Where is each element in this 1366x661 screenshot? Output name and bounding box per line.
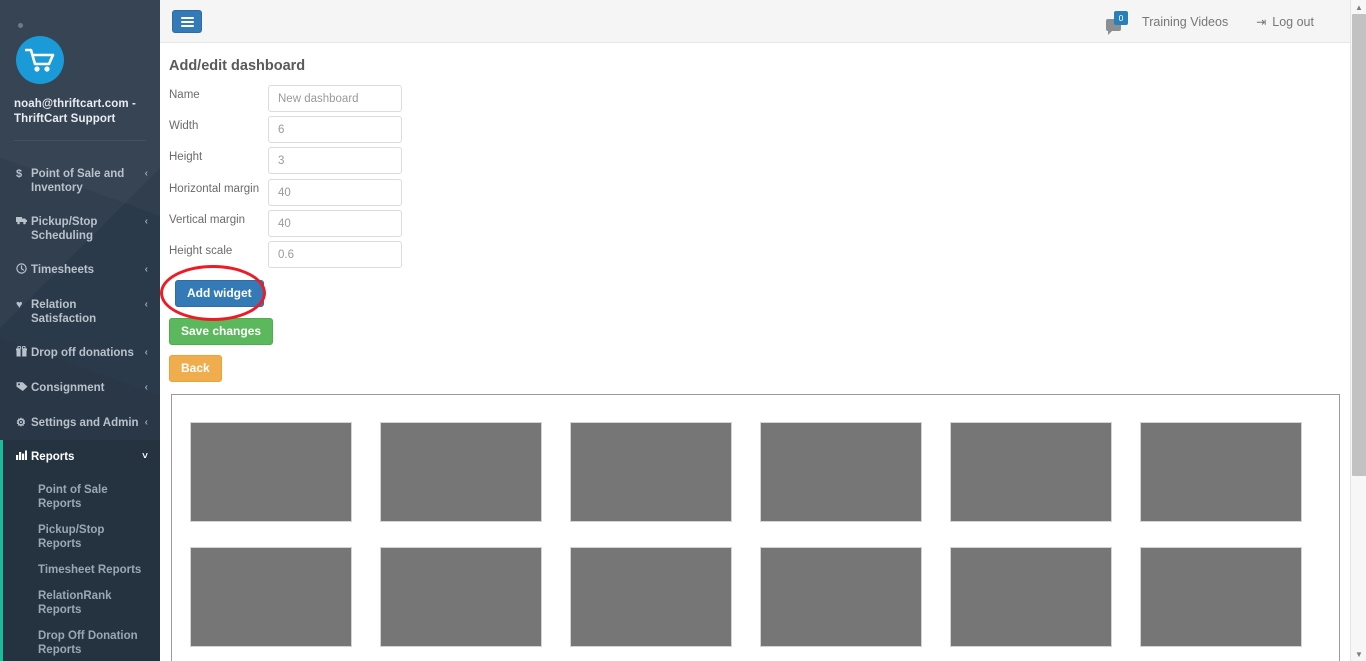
chevron-left-icon: ‹ (144, 264, 148, 275)
horizontal-margin-input[interactable] (268, 179, 402, 206)
scroll-down-icon[interactable]: ▼ (1351, 647, 1366, 661)
height-scale-input[interactable] (268, 241, 402, 268)
chevron-left-icon: ‹ (144, 299, 148, 310)
page-title: Add/edit dashboard (169, 58, 306, 74)
sign-out-icon: ⇥ (1256, 14, 1267, 29)
widget-placeholder[interactable] (1140, 547, 1302, 647)
widget-placeholder[interactable] (380, 422, 542, 522)
widget-placeholder[interactable] (570, 547, 732, 647)
logout-link[interactable]: ⇥ Log out (1242, 15, 1328, 29)
shopping-cart-icon (16, 36, 64, 84)
sidebar-item-timesheets[interactable]: Timesheets ‹ (0, 253, 160, 288)
height-scale-label: Height scale (169, 245, 233, 257)
training-videos-label: Training Videos (1142, 14, 1229, 29)
scrollbar-thumb[interactable] (1352, 14, 1366, 476)
chevron-left-icon: ‹ (144, 168, 148, 179)
sidebar-item-label: Pickup/Stop Scheduling (31, 216, 98, 242)
chevron-left-icon: ‹ (144, 216, 148, 227)
horizontal-margin-label: Horizontal margin (169, 183, 260, 195)
chevron-left-icon: ‹ (144, 417, 148, 428)
sidebar-item-label: Reports (31, 451, 75, 463)
sidebar-subitem-pickup-stop-reports[interactable]: Pickup/Stop Reports (0, 517, 160, 557)
sidebar-item-pickup-stop-scheduling[interactable]: Pickup/Stop Scheduling ‹ (0, 205, 160, 253)
save-changes-button[interactable]: Save changes (169, 318, 274, 345)
app-root: noah@thriftcart.com - ThriftCart Support… (0, 0, 1366, 661)
chevron-down-icon: ˅ (142, 451, 148, 462)
sidebar-subitem-timesheet-reports[interactable]: Timesheet Reports (0, 557, 160, 583)
top-header: 0 Training Videos ⇥ Log out (160, 0, 1366, 43)
sidebar: noah@thriftcart.com - ThriftCart Support… (0, 0, 160, 661)
hamburger-icon[interactable] (172, 10, 202, 33)
heart-icon: ♥ (16, 299, 23, 311)
sidebar-subitem-relationrank-reports[interactable]: RelationRank Reports (0, 583, 160, 623)
height-input[interactable] (268, 147, 402, 174)
sidebar-item-label: Drop off donations (31, 347, 134, 359)
sidebar-submenu-reports: Point of Sale Reports Pickup/Stop Report… (0, 474, 160, 661)
sidebar-subitem-drop-off-donation-reports[interactable]: Drop Off Donation Reports (0, 623, 160, 661)
chevron-left-icon: ‹ (144, 347, 148, 358)
truck-icon (16, 215, 31, 229)
comment-icon[interactable]: 0 (1106, 10, 1129, 35)
bar-chart-icon (16, 450, 31, 464)
vertical-margin-input[interactable] (268, 210, 402, 237)
vertical-margin-label: Vertical margin (169, 214, 246, 226)
sidebar-divider (14, 140, 146, 141)
page-scrollbar[interactable]: ▲ ▼ (1350, 0, 1366, 661)
sidebar-item-label: Consignment (31, 382, 105, 394)
widget-placeholder[interactable] (1140, 422, 1302, 522)
widget-placeholder[interactable] (760, 422, 922, 522)
sidebar-item-settings-and-admin[interactable]: ⚙ Settings and Admin ‹ (0, 406, 160, 440)
notification-badge: 0 (1114, 10, 1129, 25)
sidebar-subitem-point-of-sale-reports[interactable]: Point of Sale Reports (0, 477, 160, 517)
sidebar-item-drop-off-donations[interactable]: Drop off donations ‹ (0, 336, 160, 371)
sidebar-item-point-of-sale-and-inventory[interactable]: $ Point of Sale and Inventory ‹ (0, 157, 160, 205)
widget-placeholder[interactable] (950, 422, 1112, 522)
logout-label: Log out (1272, 14, 1314, 29)
gear-icon: ⚙ (16, 417, 26, 429)
chevron-left-icon: ‹ (144, 382, 148, 393)
dollar-icon: $ (16, 168, 23, 180)
header-actions: 0 Training Videos ⇥ Log out (1106, 0, 1328, 43)
widget-placeholder[interactable] (380, 547, 542, 647)
width-input[interactable] (268, 116, 402, 143)
sidebar-item-label: Relation Satisfaction (31, 299, 97, 325)
scroll-up-icon[interactable]: ▲ (1351, 0, 1366, 14)
sidebar-item-label: Settings and Admin (31, 417, 139, 429)
sidebar-item-label: Point of Sale and Inventory (31, 168, 125, 194)
widget-placeholder[interactable] (760, 547, 922, 647)
training-videos-link[interactable]: Training Videos (1128, 15, 1242, 29)
sidebar-item-relation-satisfaction[interactable]: ♥ Relation Satisfaction ‹ (0, 288, 160, 336)
widget-placeholder[interactable] (190, 422, 352, 522)
sidebar-item-reports[interactable]: Reports ˅ (0, 440, 160, 474)
sidebar-brand[interactable]: noah@thriftcart.com - ThriftCart Support (0, 0, 160, 157)
main-content: Add/edit dashboard Name Width Height Hor… (160, 43, 1366, 661)
widget-placeholder[interactable] (570, 422, 732, 522)
back-button[interactable]: Back (169, 355, 222, 382)
height-label: Height (169, 151, 203, 163)
widget-placeholder[interactable] (190, 547, 352, 647)
name-label: Name (169, 89, 200, 101)
clock-icon (16, 263, 31, 278)
sidebar-item-label: Timesheets (31, 264, 95, 276)
sidebar-item-consignment[interactable]: Consignment ‹ (0, 371, 160, 406)
name-input[interactable] (268, 85, 402, 112)
sidebar-account-name: noah@thriftcart.com - ThriftCart Support (14, 98, 136, 125)
widget-grid-canvas[interactable] (171, 394, 1340, 661)
hamburger-bars (180, 15, 194, 29)
add-widget-button[interactable]: Add widget (175, 280, 264, 307)
widget-placeholder[interactable] (950, 547, 1112, 647)
gift-icon (16, 345, 31, 361)
tag-icon (16, 381, 31, 396)
width-label: Width (169, 120, 199, 132)
